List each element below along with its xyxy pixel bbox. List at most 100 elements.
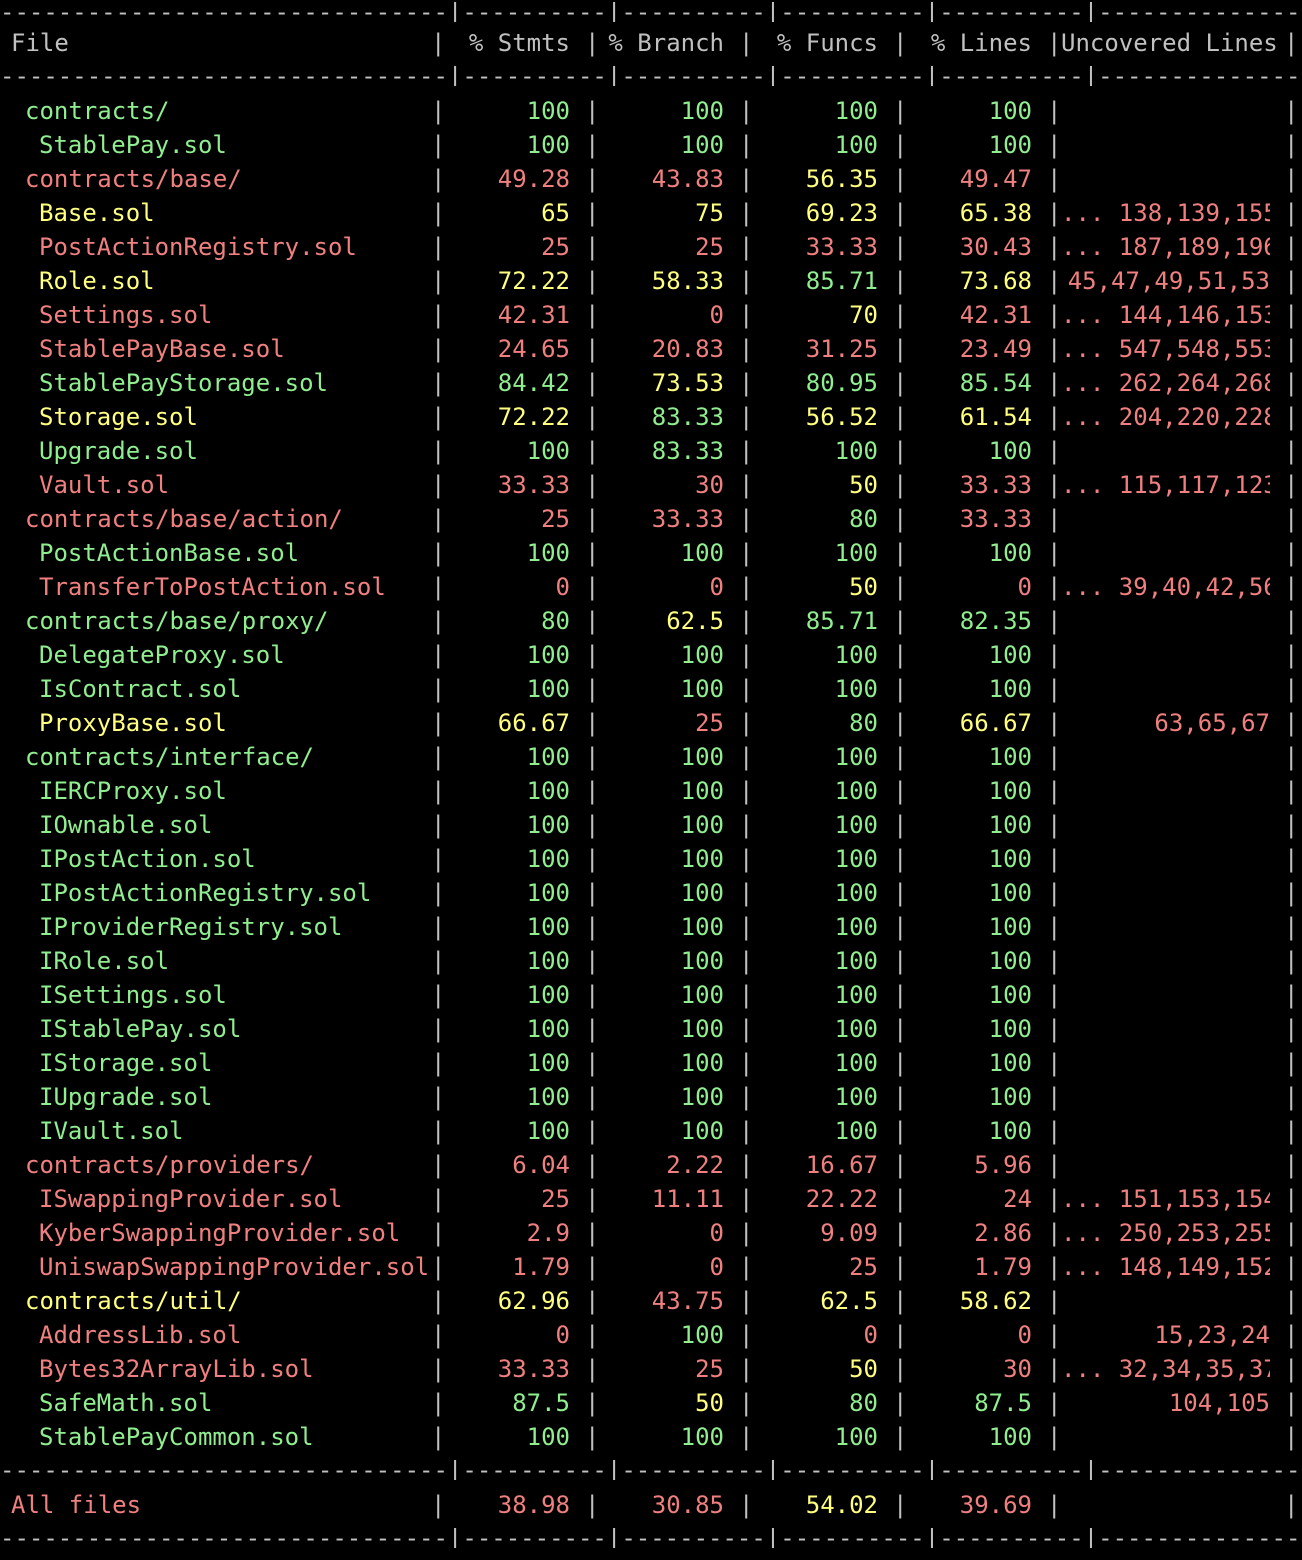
column-separator: |	[585, 505, 600, 533]
column-separator: |	[1047, 1083, 1062, 1111]
column-separator: |	[739, 1015, 754, 1043]
column-separator: |	[585, 1287, 600, 1315]
funcs-value: 9.09	[820, 1219, 878, 1247]
column-separator: |	[1284, 1253, 1299, 1281]
column-separator: |	[1047, 505, 1062, 533]
branch-value: 100	[680, 539, 724, 567]
branch-value: 50	[695, 1389, 724, 1417]
file-name: IPostAction.sol	[39, 845, 256, 873]
file-row: ISwappingProvider.sol 25 11.11 22.22 24 ... 1…	[0, 1182, 1302, 1216]
lines-value: 0	[1017, 1321, 1032, 1349]
lines-value: 82.35	[959, 607, 1032, 635]
file-row: Role.sol 72.22 58.33 85.71 73.68 45,47,49,51,…	[0, 264, 1302, 298]
column-separator: |	[1047, 1355, 1062, 1383]
directory-row: contracts/providers/6.04 2.22 16.67 5.96 | | |…	[0, 1148, 1302, 1182]
funcs-value: 100	[834, 947, 878, 975]
file-name: IPostActionRegistry.sol	[39, 879, 372, 907]
column-separator: |	[1047, 1015, 1062, 1043]
column-separator: |	[585, 1253, 600, 1281]
column-separator: |	[893, 1015, 908, 1043]
column-separator: |	[585, 437, 600, 465]
column-separator: |	[1284, 29, 1299, 57]
column-separator: |	[739, 1491, 754, 1519]
uncovered-lines	[1061, 876, 1270, 910]
column-separator: |	[1047, 403, 1062, 431]
column-separator: |	[585, 1083, 600, 1111]
branch-value: 100	[680, 1423, 724, 1451]
file-name: StablePay.sol	[39, 131, 227, 159]
column-separator: |	[431, 1185, 446, 1213]
header-lines: % Lines	[930, 29, 1032, 57]
column-separator: |	[431, 1117, 446, 1145]
column-separator: |	[1284, 1015, 1299, 1043]
branch-value: 25	[695, 233, 724, 261]
column-separator: |	[893, 1355, 908, 1383]
total-uncovered	[1061, 1488, 1270, 1522]
file-name: IVault.sol	[39, 1117, 184, 1145]
directory-row: contracts/interface/100 100 100 100 | | | | | |	[0, 740, 1302, 774]
column-separator: |	[739, 607, 754, 635]
column-separator: |	[1284, 1491, 1299, 1519]
column-separator: |	[893, 743, 908, 771]
column-separator: |	[739, 1083, 754, 1111]
stmts-value: 100	[526, 539, 570, 567]
column-separator: |	[1047, 335, 1062, 363]
stmts-value: 33.33	[497, 1355, 570, 1383]
lines-value: 0	[1017, 573, 1032, 601]
column-separator: |	[893, 947, 908, 975]
file-row: PostActionBase.sol 100 100 100 100 | | | | | |	[0, 536, 1302, 570]
file-name: contracts/base/action/	[25, 505, 343, 533]
branch-value: 100	[680, 1117, 724, 1145]
file-row: StablePay.sol 100 100 100 100 | | | | | |	[0, 128, 1302, 162]
column-separator: |	[739, 709, 754, 737]
funcs-value: 100	[834, 675, 878, 703]
column-separator: |	[1047, 913, 1062, 941]
stmts-value: 100	[526, 777, 570, 805]
branch-value: 100	[680, 777, 724, 805]
branch-value: 100	[680, 845, 724, 873]
lines-value: 33.33	[959, 505, 1032, 533]
funcs-value: 22.22	[805, 1185, 878, 1213]
column-separator: |	[1047, 1253, 1062, 1281]
uncovered-lines	[1061, 128, 1270, 162]
column-separator: |	[893, 267, 908, 295]
column-separator: |	[739, 471, 754, 499]
stmts-value: 2.9	[526, 1219, 570, 1247]
stmts-value: 49.28	[497, 165, 570, 193]
column-separator: |	[739, 505, 754, 533]
column-separator: |	[585, 29, 600, 57]
uncovered-lines: ... 32,34,35,37	[1061, 1355, 1270, 1383]
lines-value: 100	[988, 947, 1032, 975]
column-separator: |	[1047, 1049, 1062, 1077]
column-separator: |	[1284, 335, 1299, 363]
file-row: Upgrade.sol 100 83.33 100 100 | | | | | |	[0, 434, 1302, 468]
file-name: contracts/providers/	[25, 1151, 314, 1179]
column-separator: |	[739, 165, 754, 193]
column-separator: |	[739, 641, 754, 669]
file-row: Settings.sol 42.31 0 70 42.31 ... 144,146,153…	[0, 298, 1302, 332]
uncovered-lines	[1061, 1148, 1270, 1182]
uncovered-lines	[1061, 502, 1270, 536]
uncovered-lines	[1061, 672, 1270, 706]
uncovered-lines: ... 262,264,268	[1061, 369, 1270, 397]
funcs-value: 33.33	[805, 233, 878, 261]
funcs-value: 100	[834, 641, 878, 669]
branch-value: 100	[680, 1015, 724, 1043]
lines-value: 61.54	[959, 403, 1032, 431]
column-separator: |	[893, 1253, 908, 1281]
column-separator: |	[1047, 1151, 1062, 1179]
stmts-value: 84.42	[497, 369, 570, 397]
column-separator: |	[893, 131, 908, 159]
column-separator: |	[585, 709, 600, 737]
column-separator: |	[585, 301, 600, 329]
funcs-value: 85.71	[805, 267, 878, 295]
column-separator: |	[1284, 233, 1299, 261]
lines-value: 73.68	[959, 267, 1032, 295]
funcs-value: 0	[863, 1321, 878, 1349]
lines-value: 100	[988, 811, 1032, 839]
column-separator: |	[1284, 1321, 1299, 1349]
stmts-value: 25	[541, 505, 570, 533]
uncovered-lines: ... 187,189,196	[1061, 233, 1270, 261]
column-separator: |	[1047, 1117, 1062, 1145]
lines-value: 100	[988, 981, 1032, 1009]
